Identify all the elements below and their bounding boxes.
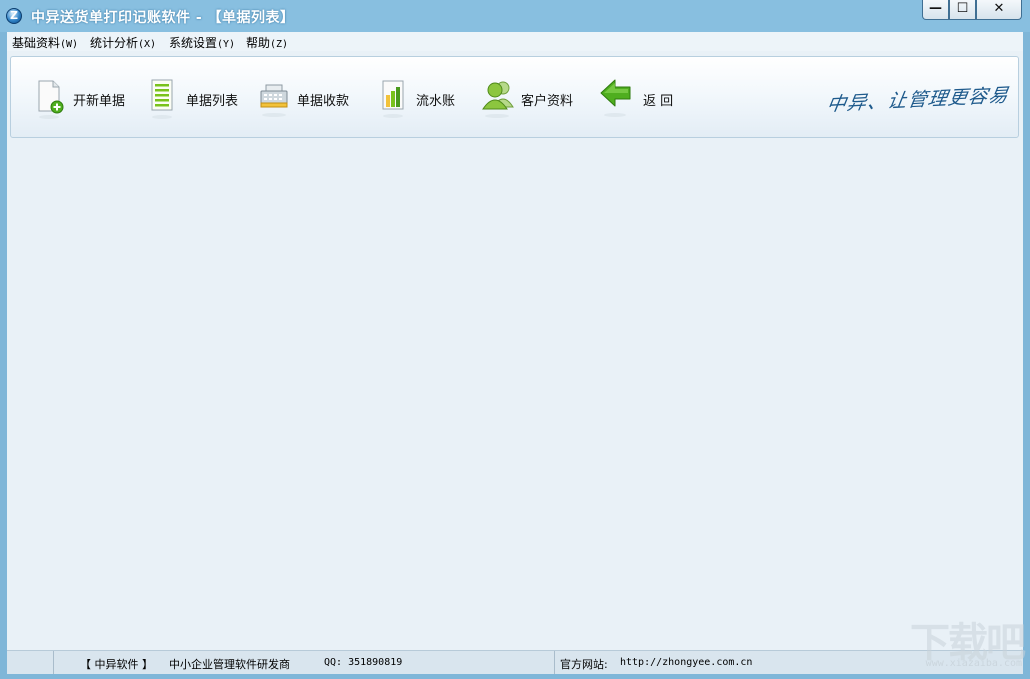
maximize-icon: ☐ — [956, 1, 969, 16]
maximize-button[interactable]: ☐ — [949, 0, 976, 20]
menu-statistics[interactable]: 统计分析(X) — [90, 34, 156, 51]
status-website-label: 官方网站: — [560, 658, 608, 671]
window-bottom-border — [0, 674, 1030, 679]
status-website-link[interactable]: http://zhongyee.com.cn — [620, 657, 752, 668]
menu-help[interactable]: 帮助(Z) — [246, 34, 288, 51]
main-toolbar: 开新单据 单据列表 单据收款 流水账 客户资料 返 回 中异、让管理更容易 — [10, 56, 1019, 138]
document-payment-button[interactable]: 单据收款 — [257, 75, 349, 123]
window-title: 中异送货单打印记账软件 - 【单据列表】 — [31, 10, 295, 26]
window-controls: — ☐ ✕ — [922, 0, 1022, 21]
customers-button[interactable]: 客户资料 — [481, 75, 573, 123]
back-arrow-icon — [599, 77, 633, 121]
close-button[interactable]: ✕ — [976, 0, 1022, 20]
document-list-label: 单据列表 — [186, 93, 239, 109]
cash-register-icon — [257, 77, 291, 121]
menu-bar: 基础资料(W) 统计分析(X) 系统设置(Y) 帮助(Z) — [7, 32, 1023, 51]
status-bar: 【 中异软件 】 中小企业管理软件研发商 QQ: 351890819 官方网站:… — [7, 650, 1023, 675]
title-bar: 中异送货单打印记账软件 - 【单据列表】 — ☐ ✕ — [0, 0, 1030, 32]
new-document-button[interactable]: 开新单据 — [33, 75, 125, 123]
brand-slogan: 中异、让管理更容易 — [825, 84, 1011, 116]
watermark: 下载吧 www.xiazaiba.com — [886, 610, 1026, 672]
close-icon: ✕ — [993, 1, 1005, 16]
status-company: 【 中异软件 】 — [80, 658, 153, 671]
ledger-icon — [376, 77, 410, 121]
minimize-icon: — — [929, 1, 942, 16]
client-area: 基础资料(W) 统计分析(X) 系统设置(Y) 帮助(Z) 开新单据 单据列表 … — [7, 32, 1023, 650]
back-button[interactable]: 返 回 — [599, 75, 673, 123]
customers-icon — [481, 77, 515, 121]
back-label: 返 回 — [643, 93, 674, 109]
menu-basic-data[interactable]: 基础资料(W) — [12, 34, 78, 51]
document-list-button[interactable]: 单据列表 — [146, 75, 238, 123]
status-tagline: 中小企业管理软件研发商 — [169, 658, 290, 671]
status-qq: QQ: 351890819 — [324, 657, 403, 668]
document-list-icon — [146, 77, 180, 121]
ledger-label: 流水账 — [416, 93, 456, 109]
status-segment-blank — [7, 651, 54, 675]
minimize-button[interactable]: — — [922, 0, 949, 20]
watermark-url: www.xiazaiba.com — [925, 658, 1022, 669]
app-icon[interactable] — [6, 8, 22, 24]
ledger-button[interactable]: 流水账 — [376, 75, 455, 123]
new-document-icon — [33, 77, 67, 121]
menu-system-settings[interactable]: 系统设置(Y) — [169, 34, 235, 51]
document-payment-label: 单据收款 — [297, 93, 350, 109]
new-document-label: 开新单据 — [73, 93, 126, 109]
customers-label: 客户资料 — [521, 93, 574, 109]
